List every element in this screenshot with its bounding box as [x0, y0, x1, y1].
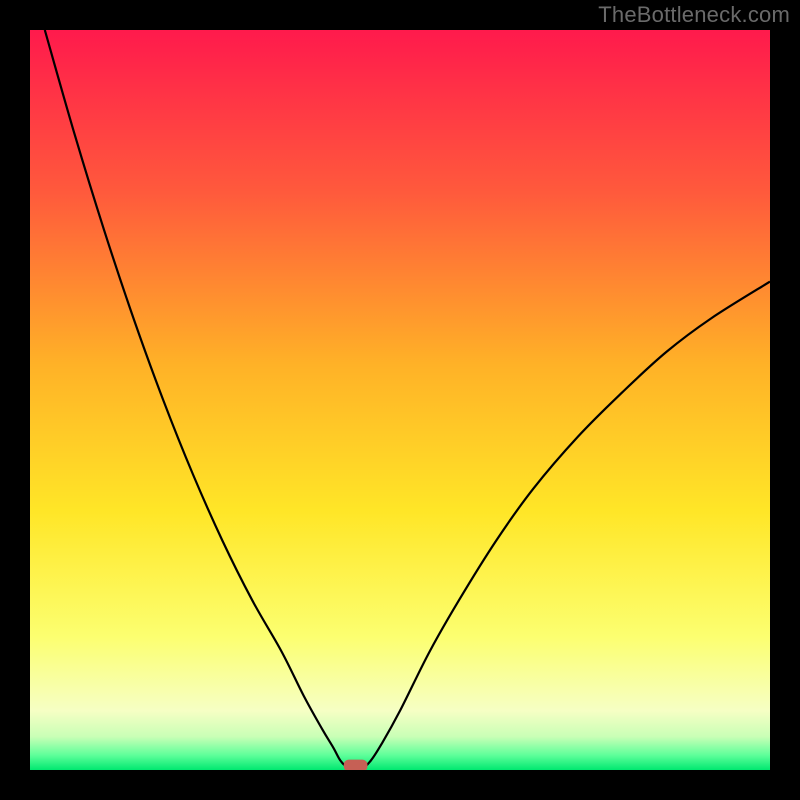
bottleneck-chart	[30, 30, 770, 770]
chart-background	[30, 30, 770, 770]
watermark-label: TheBottleneck.com	[598, 2, 790, 28]
optimal-point-marker	[344, 760, 368, 770]
chart-frame: TheBottleneck.com	[0, 0, 800, 800]
